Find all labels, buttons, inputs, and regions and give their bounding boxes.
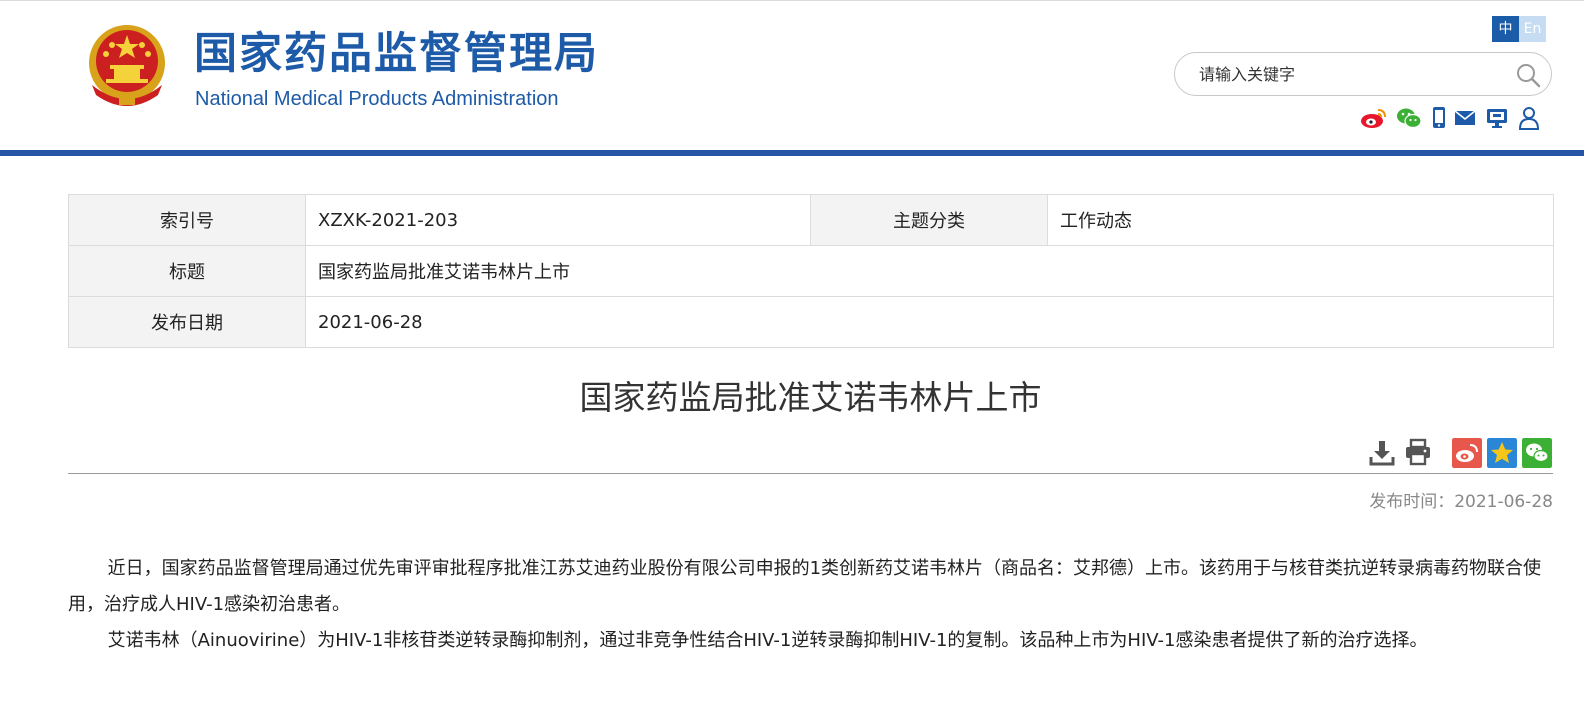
site-name-cn[interactable]: 国家药品监督管理局 (194, 28, 599, 80)
language-switch: 中 En (1492, 16, 1546, 42)
wechat-icon[interactable] (1396, 106, 1422, 130)
search-box (1174, 52, 1552, 96)
category-label: 主题分类 (810, 194, 1048, 246)
publish-time: 发布时间：2021-06-28 (1369, 487, 1553, 512)
article-paragraph: 近日，国家药品监督管理局通过优先审评审批程序批准江苏艾迪药业股份有限公司申报的1… (68, 558, 1542, 615)
search-icon[interactable] (1515, 62, 1541, 88)
share-weibo-icon[interactable] (1452, 438, 1482, 468)
header-divider-bar (0, 150, 1584, 156)
share-wechat-icon[interactable] (1522, 438, 1552, 468)
share-favorite-icon[interactable] (1487, 438, 1517, 468)
lang-en-button[interactable]: En (1519, 16, 1546, 42)
site-name-en[interactable]: National Medical Products Administration (195, 87, 559, 111)
table-row: 发布日期 2021-06-28 (68, 296, 1554, 348)
article-paragraph: 艾诺韦林（Ainuovirine）为HIV-1非核苷类逆转录酶抑制剂，通过非竞争… (107, 630, 1428, 651)
article-body: 近日，国家药品监督管理局通过优先审评审批程序批准江苏艾迪药业股份有限公司申报的1… (68, 551, 1553, 659)
mail-icon[interactable] (1454, 106, 1476, 130)
table-row: 索引号 XZXK-2021-203 主题分类 工作动态 (68, 194, 1554, 246)
publish-time-value: 2021-06-28 (1454, 492, 1553, 512)
search-input[interactable] (1199, 63, 1499, 85)
title-value: 国家药监局批准艾诺韦林片上市 (305, 245, 1554, 297)
index-label: 索引号 (68, 194, 306, 246)
screen-icon[interactable] (1486, 106, 1508, 130)
index-value: XZXK-2021-203 (305, 194, 811, 246)
date-label: 发布日期 (68, 296, 306, 348)
site-header: 国家药品监督管理局 National Medical Products Admi… (0, 0, 1584, 151)
user-icon[interactable] (1518, 106, 1540, 130)
document-meta-table: 索引号 XZXK-2021-203 主题分类 工作动态 标题 国家药监局批准艾诺… (68, 194, 1554, 348)
download-icon[interactable] (1367, 437, 1397, 467)
table-row: 标题 国家药监局批准艾诺韦林片上市 (68, 245, 1554, 297)
category-value: 工作动态 (1047, 194, 1554, 246)
national-emblem-logo[interactable] (86, 23, 168, 109)
print-icon[interactable] (1403, 437, 1433, 467)
article-title: 国家药监局批准艾诺韦林片上市 (579, 378, 1042, 417)
lang-cn-button[interactable]: 中 (1492, 16, 1519, 42)
title-divider (68, 473, 1553, 474)
title-label: 标题 (68, 245, 306, 297)
date-value: 2021-06-28 (305, 296, 1554, 348)
publish-time-label: 发布时间： (1369, 492, 1455, 512)
mobile-icon[interactable] (1431, 106, 1447, 130)
weibo-icon[interactable] (1360, 106, 1388, 130)
